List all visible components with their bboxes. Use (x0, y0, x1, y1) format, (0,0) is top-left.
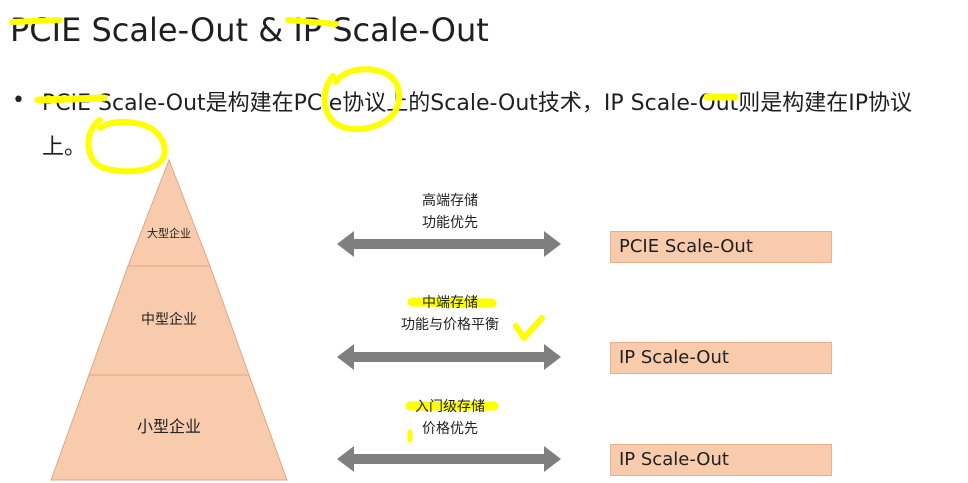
box-ip-scale-out-entry: IP Scale-Out (610, 444, 832, 476)
caption-entry-level: 入门级存储 价格优先 (380, 396, 520, 440)
caption-high-end: 高端存储 功能优先 (380, 190, 520, 234)
double-arrow-1 (337, 231, 561, 257)
circle-ip (85, 117, 168, 175)
caption-mid-range-line2: 功能与价格平衡 (401, 317, 499, 333)
highlight-bullet-pcie (34, 94, 108, 104)
tier-label-small: 小型企业 (136, 417, 201, 436)
tier-label-medium: 中型企业 (141, 312, 197, 328)
caption-mid-range: 中端存储 功能与价格平衡 (372, 292, 528, 336)
caption-entry-level-line1: 入门级存储 (415, 399, 485, 415)
pyramid-tier-top (127, 158, 211, 267)
tier-label-large: 大型企业 (147, 227, 191, 240)
box-pcie-scale-out: PCIE Scale-Out (610, 231, 832, 263)
box-ip-scale-out-mid: IP Scale-Out (610, 342, 832, 374)
caption-high-end-line2: 功能优先 (422, 215, 478, 231)
double-arrow-3 (337, 446, 561, 472)
caption-mid-range-line1: 中端存储 (422, 295, 478, 311)
circle-pcie (321, 66, 402, 133)
double-arrow-2 (337, 344, 561, 370)
caption-entry-level-line2: 价格优先 (422, 421, 478, 437)
highlight-title-pcie (9, 17, 63, 25)
highlight-title-ip (285, 17, 339, 27)
caption-high-end-line1: 高端存储 (422, 193, 478, 209)
